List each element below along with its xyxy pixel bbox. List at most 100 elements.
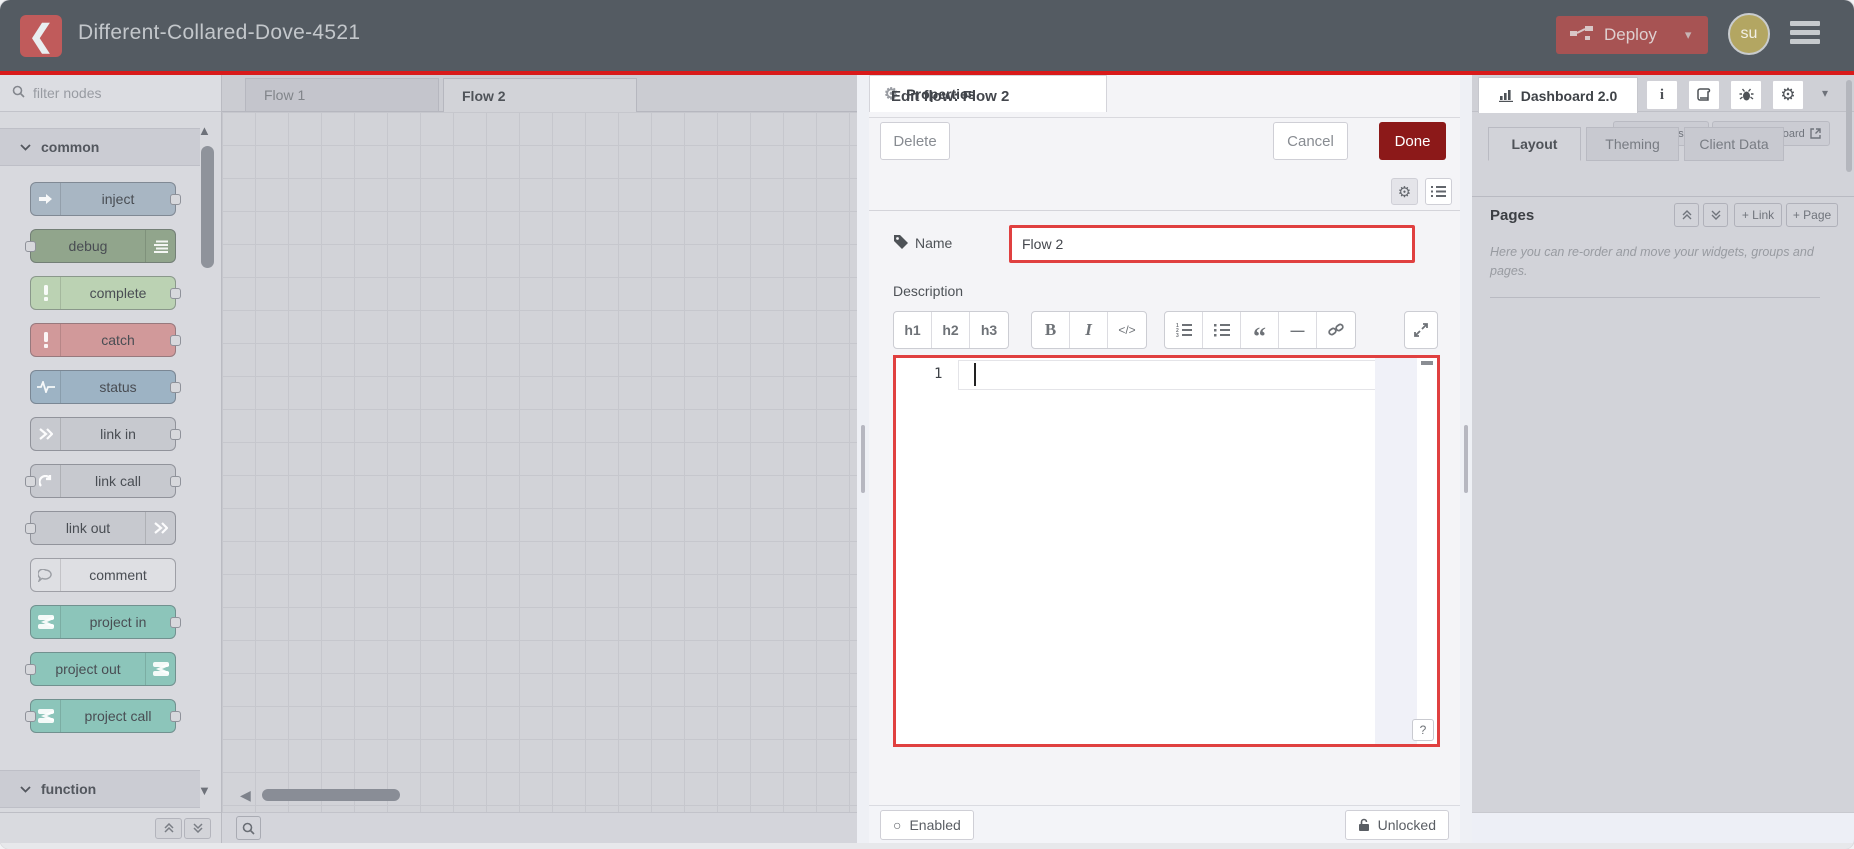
tray-left-resizer[interactable] (857, 75, 869, 843)
sidebar-help-tab-button[interactable] (1688, 80, 1720, 110)
tab-theming[interactable]: Theming (1586, 127, 1679, 161)
node-port[interactable] (170, 335, 181, 346)
external-link-icon (1810, 128, 1821, 139)
deploy-options-caret-icon[interactable]: ▾ (1673, 27, 1692, 43)
horizontal-rule-button[interactable]: — (1279, 312, 1317, 348)
node-description-button[interactable] (1425, 178, 1452, 205)
sidebar-resizer[interactable] (1460, 75, 1472, 843)
palette-node-link-call[interactable]: link call (25, 464, 181, 498)
sidebar-more-tabs-caret-icon[interactable]: ▾ (1822, 86, 1828, 100)
deploy-label: Deploy (1604, 25, 1657, 44)
palette-node-label: status (99, 379, 137, 395)
canvas-scroll-left-icon[interactable]: ◀ (240, 787, 251, 804)
italic-button[interactable]: I (1070, 312, 1108, 348)
h1-button[interactable]: h1 (894, 312, 932, 348)
canvas-search-button[interactable] (236, 816, 261, 840)
node-port[interactable] (170, 382, 181, 393)
main-menu-button[interactable] (1790, 21, 1820, 48)
palette-node-link-out[interactable]: link out (25, 511, 176, 545)
tab-dashboard-2[interactable]: Dashboard 2.0 (1478, 77, 1638, 113)
page-title: Different-Collared-Dove-4521 (78, 21, 361, 44)
palette-search-input[interactable]: filter nodes (0, 75, 221, 112)
editor-line-number: 1 (934, 366, 943, 382)
palette-expand-all-button[interactable] (184, 817, 211, 839)
svg-text:3: 3 (1176, 333, 1179, 337)
node-port[interactable] (25, 241, 36, 252)
flow-lock-toggle[interactable]: Unlocked (1344, 810, 1449, 840)
code-button[interactable]: </> (1108, 312, 1146, 348)
delete-button[interactable]: Delete (880, 122, 950, 160)
node-palette: filter nodes common inject debug complete c… (0, 75, 222, 843)
node-settings-button[interactable]: ⚙ (1391, 178, 1418, 205)
node-port[interactable] (170, 617, 181, 628)
node-port[interactable] (25, 664, 36, 675)
tab-flow-2[interactable]: Flow 2 (443, 78, 637, 113)
editor-scrollbar[interactable] (1419, 358, 1435, 744)
palette-scroll-up-icon[interactable]: ▲ (198, 123, 211, 138)
sidebar-config-tab-button[interactable]: ⚙ (1772, 80, 1804, 110)
node-port[interactable] (170, 476, 181, 487)
palette-category-common[interactable]: common (0, 128, 200, 166)
window-scrollbar-thumb[interactable] (1846, 80, 1852, 172)
quote-button[interactable]: “ (1241, 312, 1279, 350)
palette-node-project-out[interactable]: project out (25, 652, 176, 686)
tab-layout[interactable]: Layout (1488, 127, 1581, 161)
canvas-hscrollbar-thumb[interactable] (262, 789, 400, 801)
add-link-button[interactable]: + Link (1734, 203, 1782, 227)
pages-divider (1490, 297, 1820, 298)
palette-collapse-all-button[interactable] (155, 817, 182, 839)
link-button[interactable] (1317, 312, 1355, 348)
editor-help-button[interactable]: ? (1412, 719, 1434, 741)
tab-flow-1[interactable]: Flow 1 (245, 78, 439, 112)
editor-expand-button[interactable] (1404, 311, 1438, 349)
bar-chart-icon (1498, 90, 1513, 102)
palette-node-inject[interactable]: inject (30, 182, 181, 216)
tray-footer: ○ Enabled Unlocked (869, 805, 1460, 843)
cancel-button[interactable]: Cancel (1273, 122, 1348, 160)
palette-node-catch[interactable]: catch (30, 323, 181, 357)
h2-button[interactable]: h2 (932, 312, 970, 348)
palette-node-status[interactable]: status (30, 370, 181, 404)
node-port[interactable] (170, 711, 181, 722)
flow-canvas[interactable] (222, 112, 857, 812)
palette-node-link-in[interactable]: link in (30, 417, 181, 451)
editor-scrollbar-thumb[interactable] (1421, 361, 1433, 365)
sidebar-debug-tab-button[interactable] (1730, 80, 1762, 110)
node-port[interactable] (25, 523, 36, 534)
sidebar-info-tab-button[interactable]: i (1646, 80, 1678, 110)
tab-client-data[interactable]: Client Data (1684, 127, 1784, 161)
palette-category-function[interactable]: function (0, 770, 200, 808)
editor-minimap[interactable] (1375, 358, 1417, 744)
deploy-button[interactable]: Deploy ▾ (1556, 16, 1708, 54)
palette-scroll-down-icon[interactable]: ▼ (198, 783, 211, 798)
pages-move-down-button[interactable] (1703, 203, 1728, 227)
node-port[interactable] (170, 194, 181, 205)
ordered-list-button[interactable]: 123 (1165, 312, 1203, 348)
sidebar-footer (1472, 812, 1854, 843)
palette-node-debug[interactable]: debug (25, 229, 176, 263)
unordered-list-button[interactable] (1203, 312, 1241, 348)
flow-name-input[interactable]: Flow 2 (1009, 225, 1415, 263)
h3-button[interactable]: h3 (970, 312, 1008, 348)
double-chevron-up-icon (1682, 210, 1691, 220)
node-port[interactable] (170, 288, 181, 299)
node-port[interactable] (25, 476, 36, 487)
resize-grip[interactable] (1464, 425, 1468, 493)
bold-button[interactable]: B (1032, 312, 1070, 348)
palette-scrollbar-thumb[interactable] (201, 146, 214, 268)
palette-node-comment[interactable]: comment (30, 558, 176, 592)
node-red-logo-icon: ❮ (20, 15, 62, 57)
node-port[interactable] (170, 429, 181, 440)
palette-node-complete[interactable]: complete (30, 276, 181, 310)
description-editor[interactable]: 1 ? (893, 355, 1440, 747)
resize-grip[interactable] (861, 425, 865, 493)
gear-icon: ⚙ (1397, 183, 1412, 201)
node-port[interactable] (25, 711, 36, 722)
flow-enabled-toggle[interactable]: ○ Enabled (880, 810, 974, 840)
palette-node-project-call[interactable]: project call (25, 699, 181, 733)
done-button[interactable]: Done (1379, 122, 1446, 160)
user-avatar[interactable]: su (1728, 13, 1770, 55)
palette-node-project-in[interactable]: project in (30, 605, 181, 639)
add-page-button[interactable]: + Page (1786, 203, 1838, 227)
pages-move-up-button[interactable] (1674, 203, 1699, 227)
